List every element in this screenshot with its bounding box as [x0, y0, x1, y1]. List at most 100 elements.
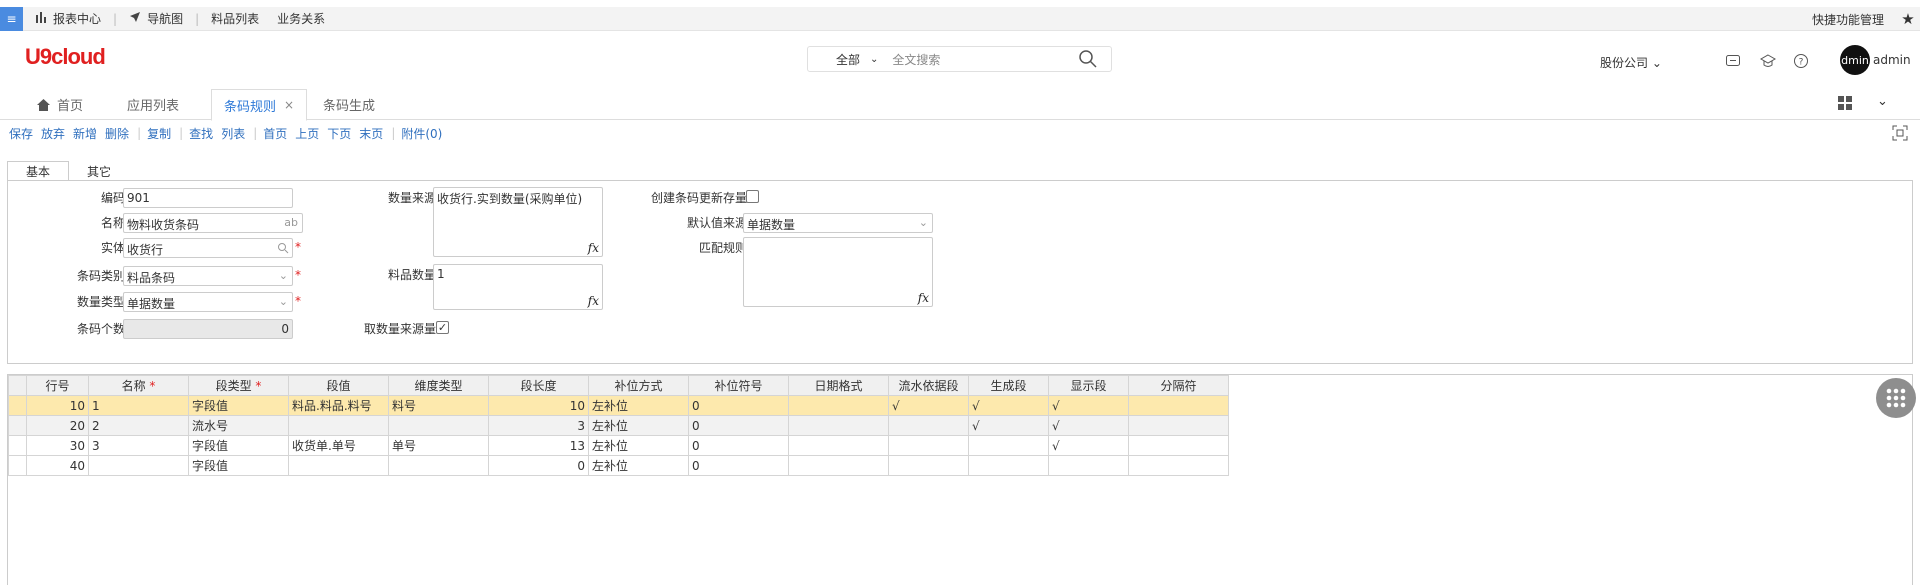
close-icon[interactable]: × — [284, 98, 294, 112]
table-cell[interactable]: 13 — [488, 435, 589, 456]
attachment-button[interactable]: 附件(0) — [401, 125, 442, 142]
column-header[interactable]: 维度类型 — [388, 375, 489, 396]
table-cell[interactable] — [888, 455, 969, 476]
message-icon[interactable] — [1725, 53, 1741, 69]
search-box[interactable]: 全部 ⌄ 全文搜索 — [807, 46, 1112, 72]
last-page-button[interactable]: 末页 — [359, 125, 383, 142]
table-cell[interactable] — [788, 435, 889, 456]
table-cell[interactable] — [888, 415, 969, 436]
column-header[interactable]: 段长度 — [488, 375, 589, 396]
formula-icon[interactable]: fx — [918, 291, 929, 305]
column-header[interactable]: 生成段 — [968, 375, 1049, 396]
column-header[interactable]: 显示段 — [1048, 375, 1129, 396]
graduation-cap-icon[interactable] — [1760, 53, 1776, 69]
table-cell[interactable]: √ — [1048, 395, 1129, 416]
quick-function-link[interactable]: 快捷功能管理 — [1812, 11, 1884, 28]
table-cell[interactable]: 字段值 — [188, 455, 289, 476]
entity-field[interactable]: 收货行 — [123, 238, 293, 258]
table-cell[interactable]: 10 — [488, 395, 589, 416]
table-row[interactable]: 10 1 字段值 料品.料品.料号 料号 10 左补位 0 √ √ √ — [8, 395, 1229, 416]
tab-barcode-rule[interactable]: 条码规则 × — [211, 89, 308, 121]
table-cell[interactable]: 0 — [688, 415, 789, 436]
prev-page-button[interactable]: 上页 — [295, 125, 319, 142]
next-page-button[interactable]: 下页 — [327, 125, 351, 142]
table-cell[interactable]: 10 — [26, 395, 89, 416]
grid-apps-icon[interactable] — [1837, 95, 1853, 111]
report-center-link[interactable]: 报表中心 — [35, 10, 101, 27]
menu-icon[interactable]: ≡ — [0, 6, 23, 31]
table-cell[interactable] — [788, 455, 889, 476]
table-cell[interactable] — [1128, 455, 1229, 476]
table-cell[interactable]: 料号 — [388, 395, 489, 416]
help-icon[interactable]: ? — [1793, 53, 1809, 69]
star-icon[interactable]: ★ — [1896, 10, 1920, 28]
column-header[interactable]: 名称 * — [88, 375, 189, 396]
delete-button[interactable]: 删除 — [105, 125, 129, 142]
search-icon[interactable] — [277, 242, 289, 254]
take-qty-checkbox[interactable]: ✓ — [436, 321, 449, 334]
table-cell[interactable]: 20 — [26, 415, 89, 436]
fullscreen-icon[interactable] — [1892, 125, 1908, 141]
save-button[interactable]: 保存 — [9, 125, 33, 142]
tab-basic[interactable]: 基本 — [7, 161, 70, 181]
formula-icon[interactable]: fx — [588, 241, 599, 255]
table-cell[interactable]: 收货单.单号 — [288, 435, 389, 456]
table-cell[interactable]: √ — [888, 395, 969, 416]
table-row[interactable]: 20 2 流水号 3 左补位 0 √ √ — [8, 415, 1229, 436]
table-cell[interactable]: 0 — [688, 455, 789, 476]
table-cell[interactable] — [968, 455, 1049, 476]
app-launcher-button[interactable] — [1876, 378, 1916, 418]
search-input[interactable]: 全文搜索 — [892, 51, 1077, 68]
table-cell[interactable]: 3 — [88, 435, 189, 456]
new-button[interactable]: 新增 — [73, 125, 97, 142]
list-button[interactable]: 列表 — [221, 125, 245, 142]
search-scope[interactable]: 全部 — [836, 51, 860, 68]
column-header[interactable]: 段类型 * — [188, 375, 289, 396]
table-cell[interactable]: 3 — [488, 415, 589, 436]
table-cell[interactable]: 字段值 — [188, 435, 289, 456]
table-cell[interactable]: √ — [1048, 435, 1129, 456]
avatar[interactable]: dmin — [1840, 45, 1870, 75]
table-cell[interactable]: 左补位 — [588, 395, 689, 416]
tab-home[interactable]: 首页 — [36, 89, 83, 120]
discard-button[interactable]: 放弃 — [41, 125, 65, 142]
table-cell[interactable]: 左补位 — [588, 455, 689, 476]
tab-barcode-generate[interactable]: 条码生成 — [323, 89, 375, 120]
column-header[interactable]: 分隔符 — [1128, 375, 1229, 396]
tab-app-list[interactable]: 应用列表 — [127, 89, 179, 120]
item-qty-field[interactable]: 1 fx — [433, 264, 603, 310]
table-cell[interactable]: √ — [968, 395, 1049, 416]
barcode-type-select[interactable]: 料品条码 ⌄ — [123, 266, 293, 286]
copy-button[interactable]: 复制 — [147, 125, 171, 142]
qty-source-field[interactable]: 收货行.实到数量(采购单位) fx — [433, 187, 603, 257]
table-cell[interactable] — [1048, 455, 1129, 476]
multilang-icon[interactable]: ab — [284, 216, 298, 229]
first-page-button[interactable]: 首页 — [263, 125, 287, 142]
row-selector[interactable] — [8, 455, 27, 476]
select-column-header[interactable] — [8, 375, 27, 396]
table-cell[interactable]: 左补位 — [588, 415, 689, 436]
chevron-down-icon[interactable]: ⌄ — [1877, 94, 1888, 109]
row-selector[interactable] — [8, 435, 27, 456]
table-cell[interactable]: 40 — [26, 455, 89, 476]
table-cell[interactable]: 0 — [688, 435, 789, 456]
qty-type-select[interactable]: 单据数量 ⌄ — [123, 292, 293, 312]
table-cell[interactable]: √ — [968, 415, 1049, 436]
column-header[interactable]: 流水依据段 — [888, 375, 969, 396]
table-cell[interactable] — [88, 455, 189, 476]
username[interactable]: admin — [1873, 53, 1911, 67]
table-cell[interactable]: 0 — [688, 395, 789, 416]
table-cell[interactable] — [388, 415, 489, 436]
table-cell[interactable] — [1128, 415, 1229, 436]
table-cell[interactable] — [288, 415, 389, 436]
table-cell[interactable]: √ — [1048, 415, 1129, 436]
nav-map-link[interactable]: 导航图 — [129, 10, 183, 27]
update-stock-checkbox[interactable] — [746, 190, 759, 203]
table-cell[interactable] — [1128, 395, 1229, 416]
table-cell[interactable]: 2 — [88, 415, 189, 436]
table-cell[interactable]: 流水号 — [188, 415, 289, 436]
column-header[interactable]: 补位方式 — [588, 375, 689, 396]
table-cell[interactable] — [288, 455, 389, 476]
table-cell[interactable]: 料品.料品.料号 — [288, 395, 389, 416]
default-src-select[interactable]: 单据数量 ⌄ — [743, 213, 933, 233]
